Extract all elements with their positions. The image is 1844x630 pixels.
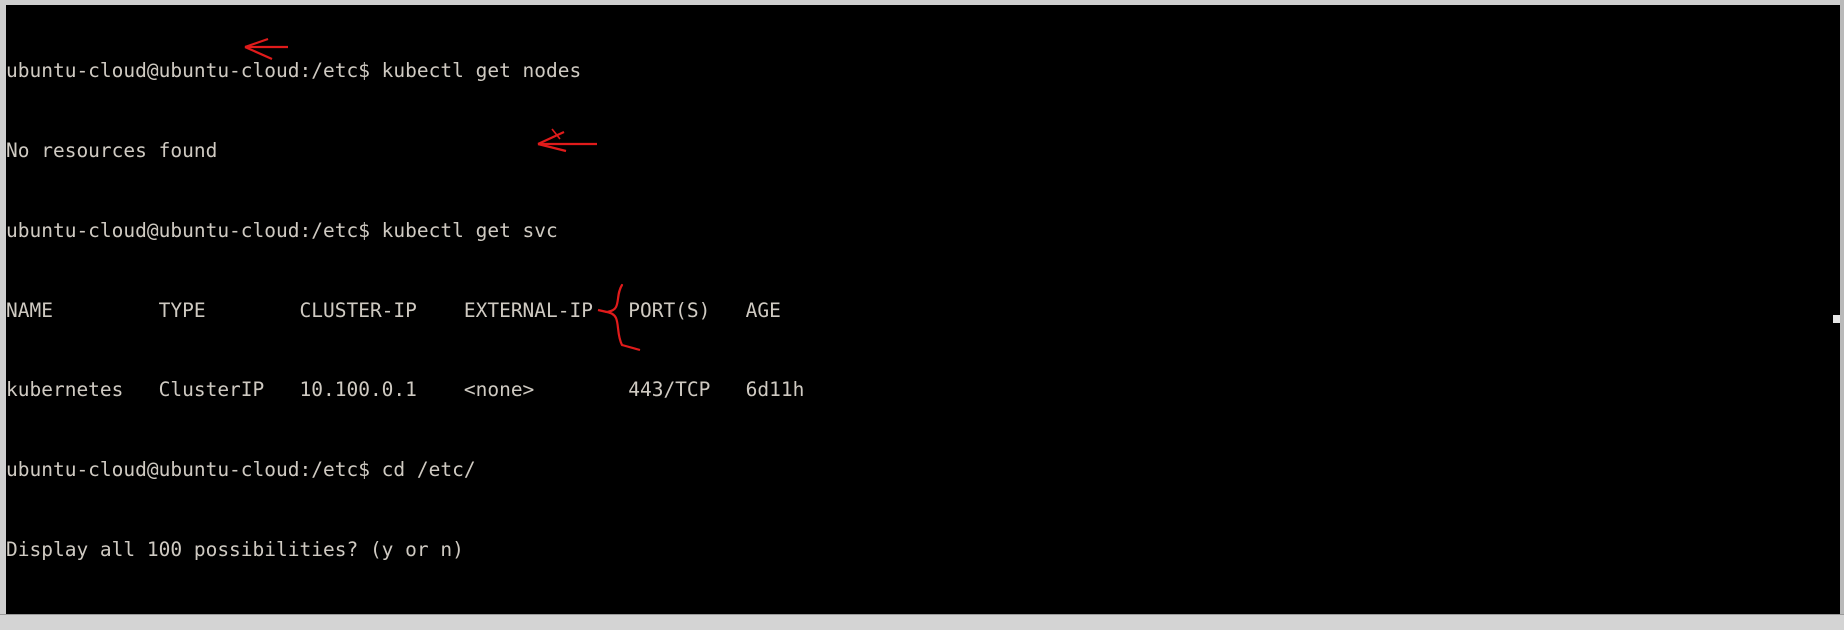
completion-prompt: Display all 100 possibilities? (y or n) bbox=[6, 537, 464, 561]
svc-table-row-kubernetes: kubernetes ClusterIP 10.100.0.1 <none> 4… bbox=[6, 378, 805, 402]
command-line-kubectl-get-nodes: ubuntu-cloud@ubuntu-cloud:/etc$ kubectl … bbox=[6, 59, 582, 83]
command-line-cd-etc: ubuntu-cloud@ubuntu-cloud:/etc$ cd /etc/ bbox=[6, 458, 476, 482]
terminal-output[interactable]: ubuntu-cloud@ubuntu-cloud:/etc$ kubectl … bbox=[6, 5, 1840, 614]
output-no-resources-found: No resources found bbox=[6, 138, 218, 162]
window-status-bar bbox=[0, 614, 1844, 630]
svc-table-header: NAME TYPE CLUSTER-IP EXTERNAL-IP PORT(S)… bbox=[6, 298, 781, 322]
terminal-window: ubuntu-cloud@ubuntu-cloud:/etc$ kubectl … bbox=[0, 0, 1844, 630]
scrollbar-marker[interactable] bbox=[1833, 315, 1840, 323]
command-line-kubectl-get-svc: ubuntu-cloud@ubuntu-cloud:/etc$ kubectl … bbox=[6, 218, 558, 242]
window-frame-right bbox=[1840, 0, 1844, 614]
